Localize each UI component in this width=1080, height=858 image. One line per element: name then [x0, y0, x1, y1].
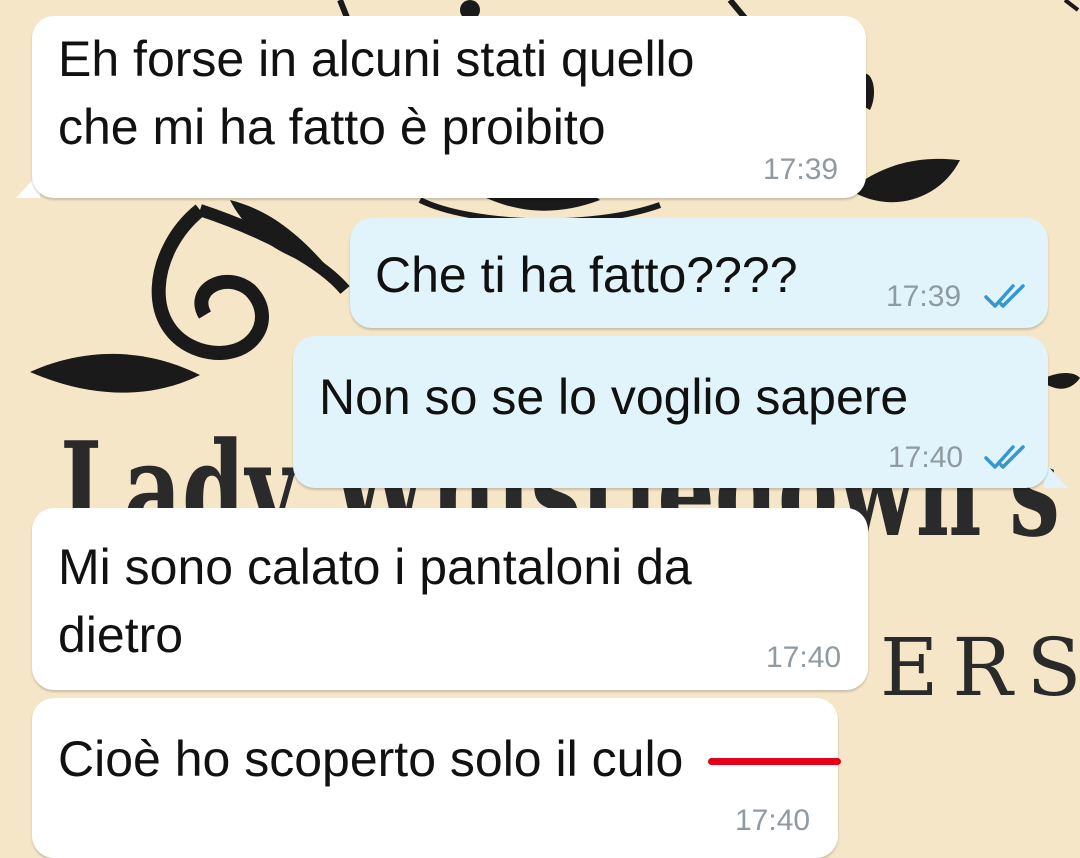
message-text-visible: Cioè ho scoperto solo il: [58, 731, 578, 787]
message-bubble-incoming[interactable]: Cioè ho scoperto solo il culo 17:40: [32, 698, 838, 858]
message-bubble-outgoing[interactable]: Che ti ha fatto???? 17:39: [350, 218, 1048, 328]
message-timestamp: 17:40: [888, 441, 964, 474]
message-bubble-outgoing[interactable]: Non so se lo voglio sapere 17:40: [293, 336, 1048, 488]
censor-strike-line: [708, 758, 841, 765]
message-timestamp: 17:39: [886, 280, 962, 313]
message-timestamp: 17:39: [763, 153, 839, 186]
message-timestamp: 17:40: [766, 641, 842, 674]
wallpaper-leaf: [230, 200, 330, 270]
message-text: Eh forse in alcuni stati quello che mi h…: [58, 31, 695, 155]
message-text: Cioè ho scoperto solo il culo: [58, 725, 683, 793]
double-check-read-icon: [984, 445, 1025, 469]
message-bubble-incoming[interactable]: Mi sono calato i pantaloni da dietro 17:…: [32, 508, 868, 690]
message-text: Non so se lo voglio sapere: [319, 369, 909, 425]
message-text: Che ti ha fatto????: [375, 247, 798, 303]
wallpaper-subtitle: ERS: [880, 621, 1080, 714]
message-bubble-incoming[interactable]: Eh forse in alcuni stati quello che mi h…: [32, 16, 866, 198]
message-timestamp: 17:40: [735, 804, 811, 837]
censored-word: culo: [591, 731, 684, 787]
double-check-read-icon: [984, 284, 1025, 308]
message-text: Mi sono calato i pantaloni da dietro: [58, 539, 692, 663]
wallpaper-leaf: [850, 158, 960, 203]
wallpaper-flourish: [1063, 0, 1080, 12]
wallpaper-leaf: [30, 353, 200, 393]
